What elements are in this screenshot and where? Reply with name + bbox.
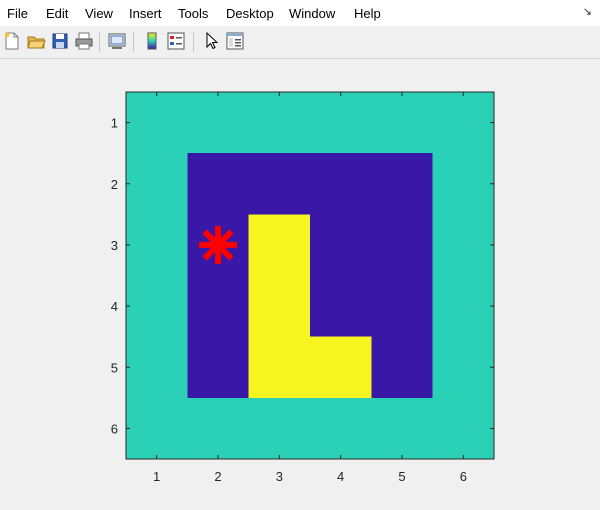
- menu-file[interactable]: File: [7, 6, 28, 21]
- x-tick-label: 4: [337, 469, 344, 484]
- new-figure-icon[interactable]: [2, 31, 22, 51]
- insert-legend-icon[interactable]: [166, 31, 186, 51]
- toolbar-separator: [99, 32, 100, 52]
- heatmap-cell: [310, 336, 372, 399]
- property-inspector-icon[interactable]: [225, 31, 245, 51]
- heatmap-cell: [248, 336, 311, 399]
- heatmap-cell: [371, 214, 434, 276]
- y-tick-label: 3: [111, 238, 118, 253]
- y-tick-label: 4: [111, 299, 118, 314]
- heatmap-cell: [187, 397, 250, 460]
- menu-edit[interactable]: Edit: [46, 6, 68, 21]
- heatmap-cell: [126, 214, 188, 276]
- menu-insert[interactable]: Insert: [129, 6, 162, 21]
- heatmap-cell: [248, 153, 311, 215]
- figure-toolbar: [0, 26, 600, 59]
- x-tick-label: 2: [214, 469, 221, 484]
- menu-bar: File Edit View Insert Tools Desktop Wind…: [0, 0, 600, 26]
- x-tick-label: 1: [153, 469, 160, 484]
- heatmap-cell: [126, 336, 188, 399]
- save-icon[interactable]: [50, 31, 70, 51]
- menu-help[interactable]: Help: [354, 6, 381, 21]
- heatmap-cell: [310, 92, 372, 154]
- y-tick-label: 5: [111, 360, 118, 375]
- heatmap-cell: [187, 92, 250, 154]
- x-tick-label: 5: [398, 469, 405, 484]
- heatmap-cell: [371, 275, 434, 338]
- heatmap-cell: [310, 214, 372, 276]
- menu-tools[interactable]: Tools: [178, 6, 208, 21]
- heatmap-cell: [187, 275, 250, 338]
- x-tick-label: 3: [276, 469, 283, 484]
- heatmap-cell: [432, 92, 495, 154]
- heatmap-cell: [310, 275, 372, 338]
- heatmap-cell: [371, 153, 434, 215]
- y-tick-label: 6: [111, 421, 118, 436]
- heatmap-cell: [126, 275, 188, 338]
- y-tick-label: 2: [111, 177, 118, 192]
- heatmap-cell: [371, 92, 434, 154]
- x-tick-label: 6: [460, 469, 467, 484]
- toolbar-separator: [133, 32, 134, 52]
- heatmap-cell: [248, 275, 311, 338]
- heatmap-cell: [187, 153, 250, 215]
- print-icon[interactable]: [74, 31, 94, 51]
- heatmap-cell: [310, 153, 372, 215]
- heatmap-axes[interactable]: 1 2 3 4 5 6 1 2 3 4 5 6: [0, 59, 600, 510]
- link-plot-icon[interactable]: [107, 31, 127, 51]
- heatmap-cell: [248, 92, 311, 154]
- heatmap-cell: [371, 397, 434, 460]
- insert-colorbar-icon[interactable]: [142, 31, 162, 51]
- heatmap-cell: [432, 275, 495, 338]
- heatmap-cell: [371, 336, 434, 399]
- open-file-icon[interactable]: [26, 31, 46, 51]
- heatmap-cell: [248, 397, 311, 460]
- heatmap-cell: [248, 214, 311, 276]
- figure-canvas: 1 2 3 4 5 6 1 2 3 4 5 6: [0, 59, 600, 510]
- heatmap-cell: [126, 397, 188, 460]
- heatmap-cell: [126, 92, 188, 154]
- heatmap-cell: [187, 336, 250, 399]
- heatmap-cell: [432, 214, 495, 276]
- edit-plot-pointer-icon[interactable]: [201, 31, 221, 51]
- heatmap-cell: [126, 153, 188, 215]
- heatmap-cell: [432, 397, 495, 460]
- menu-window[interactable]: Window: [289, 6, 335, 21]
- asterisk-marker: [199, 225, 237, 264]
- toolbar-separator: [193, 32, 194, 52]
- menu-desktop[interactable]: Desktop: [226, 6, 274, 21]
- menu-view[interactable]: View: [85, 6, 113, 21]
- heatmap-cell: [432, 336, 495, 399]
- heatmap-cell: [310, 397, 372, 460]
- heatmap-cell: [432, 153, 495, 215]
- y-tick-label: 1: [111, 116, 118, 131]
- dock-figure-button[interactable]: ↘: [583, 5, 592, 18]
